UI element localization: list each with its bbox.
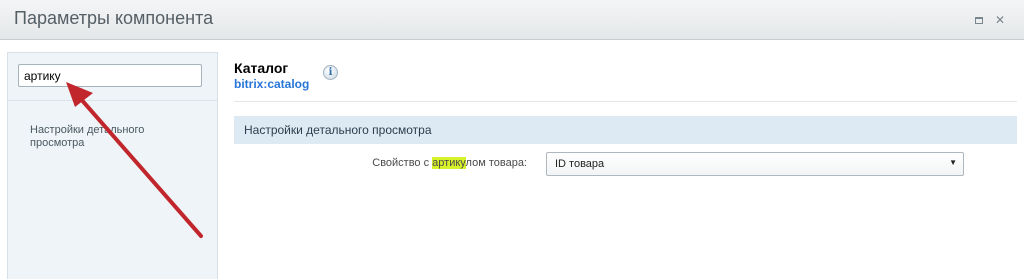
section-title: Настройки детального просмотра xyxy=(244,123,432,137)
close-icon: ✕ xyxy=(994,13,1006,27)
info-icon[interactable]: i xyxy=(323,65,338,80)
component-id: bitrix:catalog xyxy=(234,77,310,91)
maximize-icon xyxy=(975,17,983,24)
dialog-body: Настройки детального просмотра Каталог b… xyxy=(0,40,1024,279)
dialog-title: Параметры компонента xyxy=(14,8,214,28)
section-header: Настройки детального просмотра xyxy=(234,116,1017,144)
field-label-after: лом товара: xyxy=(465,157,527,169)
dropdown-arrow-icon: ▼ xyxy=(949,158,957,167)
dialog-titlebar: Параметры компонента ✕ xyxy=(0,0,1024,40)
maximize-button[interactable] xyxy=(972,13,986,27)
divider xyxy=(234,101,1017,102)
field-label: Свойство с артикулом товара: xyxy=(226,157,527,169)
field-label-before: Свойство с xyxy=(372,157,433,169)
sidebar-search xyxy=(8,53,217,101)
search-match-highlight: артику xyxy=(432,157,466,169)
select-value: ID товара xyxy=(555,158,605,170)
sidebar-item-detail-settings[interactable]: Настройки детального просмотра xyxy=(30,124,180,150)
component-header: Каталог bitrix:catalog xyxy=(234,60,309,91)
article-property-select[interactable]: ID товара ▼ xyxy=(546,152,964,176)
component-name: Каталог xyxy=(234,60,289,76)
sidebar: Настройки детального просмотра xyxy=(7,52,218,279)
search-input[interactable] xyxy=(18,64,202,87)
close-button[interactable]: ✕ xyxy=(993,13,1007,27)
